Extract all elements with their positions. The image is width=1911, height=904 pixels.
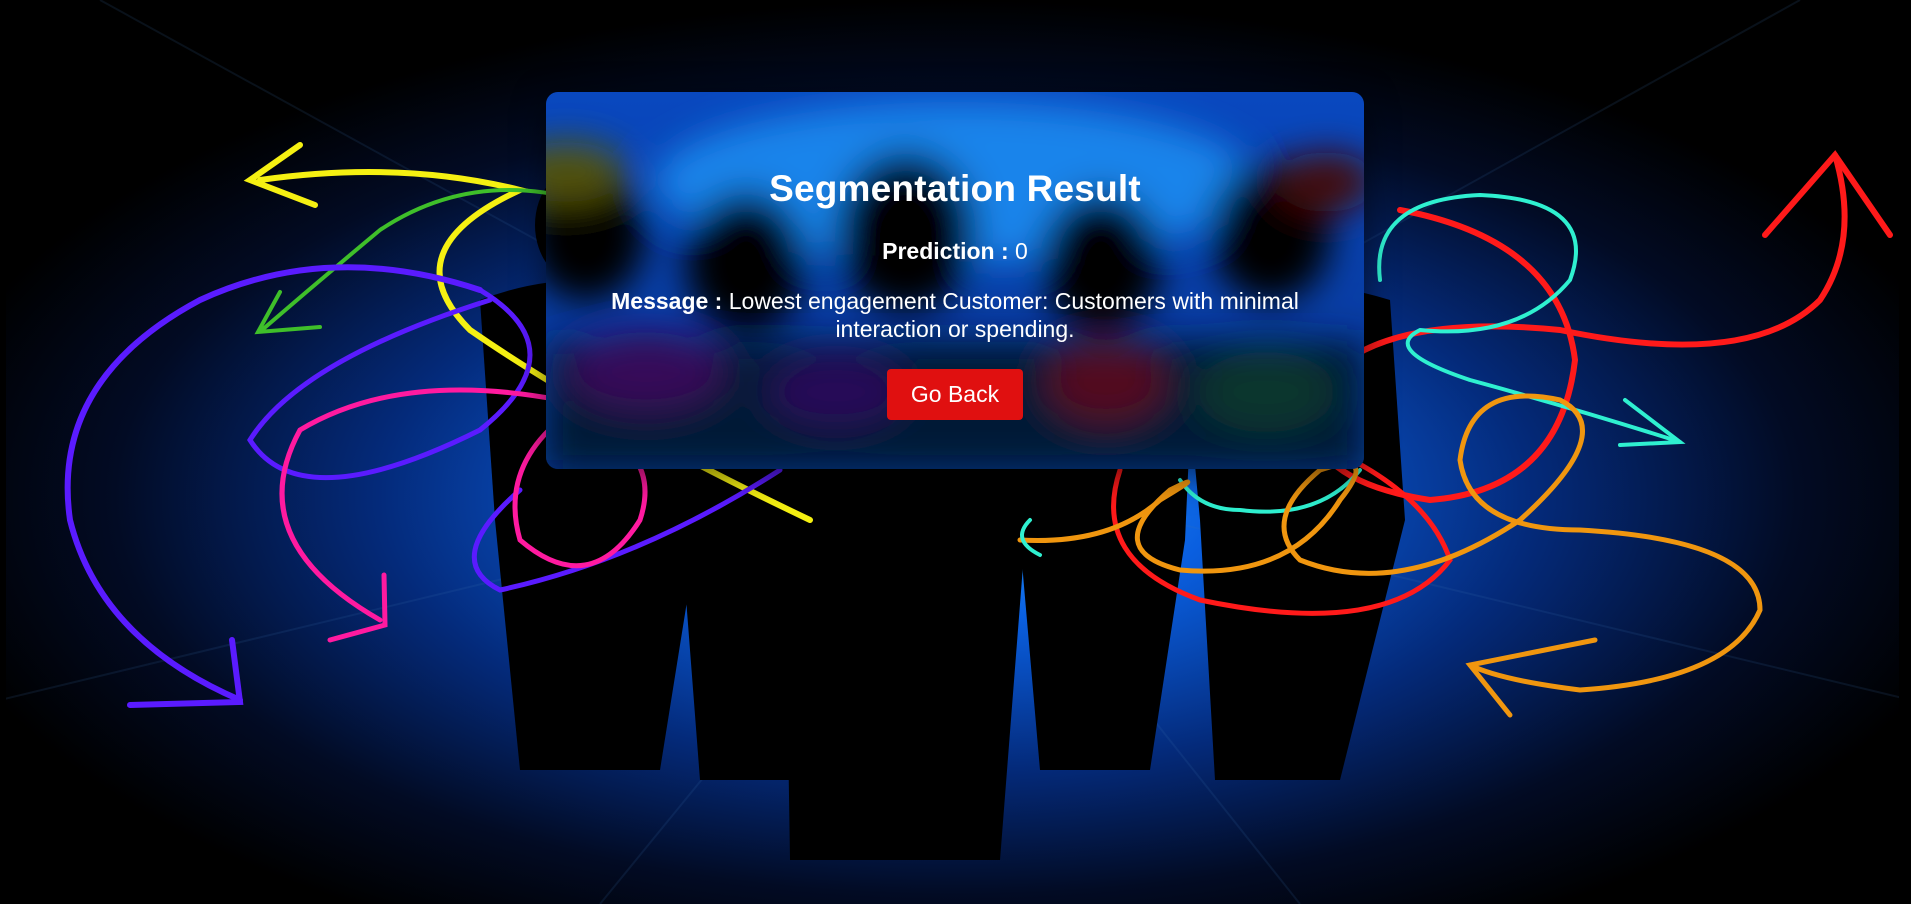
card-content: Segmentation Result Prediction : 0 Messa… [546, 92, 1364, 420]
message-row: Message : Lowest engagement Customer: Cu… [546, 287, 1364, 343]
prediction-label: Prediction : [882, 238, 1009, 264]
page-title: Segmentation Result [769, 168, 1141, 209]
result-card: Segmentation Result Prediction : 0 Messa… [546, 92, 1364, 469]
go-back-button[interactable]: Go Back [886, 369, 1024, 420]
message-label: Message : [611, 288, 723, 314]
page: Segmentation Result Prediction : 0 Messa… [0, 0, 1911, 904]
prediction-value: 0 [1015, 238, 1028, 264]
message-text: Lowest engagement Customer: Customers wi… [728, 288, 1299, 342]
prediction-row: Prediction : 0 [546, 238, 1364, 265]
